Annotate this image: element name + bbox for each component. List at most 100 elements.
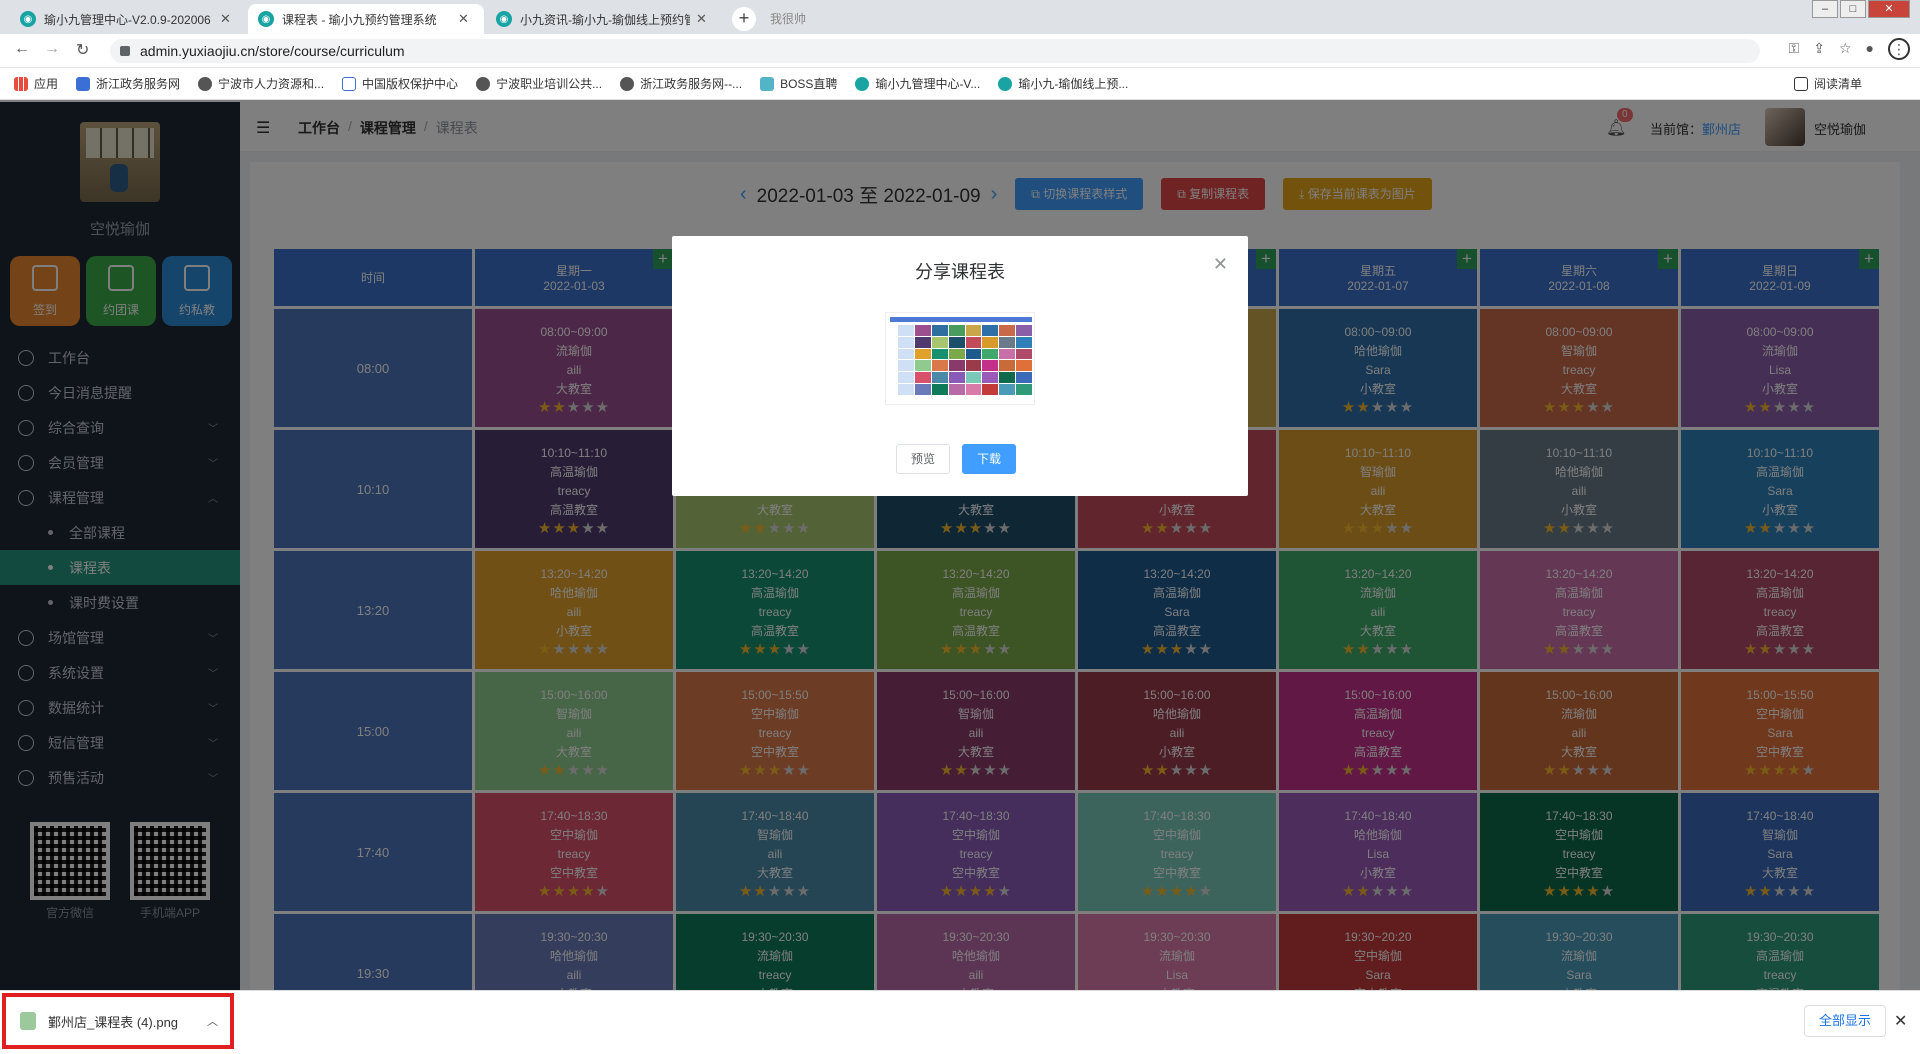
thumb-cell	[965, 384, 982, 395]
address-bar-row: ← → ↻ admin.yuxiaojiu.cn/store/course/cu…	[0, 34, 1920, 68]
bookmark-star-icon[interactable]: ☆	[1839, 40, 1852, 60]
thumb-cell	[982, 360, 999, 372]
bookmark-label: 瑜小九管理中心-V...	[875, 77, 981, 91]
preview-button[interactable]: 预览	[896, 444, 951, 474]
tab-title: 小九资讯-瑜小九-瑜伽线上预约管	[520, 12, 690, 27]
reload-icon[interactable]: ↻	[76, 40, 89, 60]
site-favicon-icon	[998, 76, 1013, 91]
thumbnail-grid	[898, 325, 1032, 395]
close-tab-icon[interactable]: ✕	[458, 11, 469, 27]
thumb-cell	[914, 360, 931, 372]
bookmark-item[interactable]: 应用	[14, 75, 58, 92]
site-favicon-icon	[855, 76, 870, 91]
thumb-cell	[948, 384, 965, 395]
profile-icon[interactable]: ●	[1866, 40, 1874, 60]
thumb-cell	[948, 372, 965, 384]
thumb-cell	[931, 336, 948, 348]
thumb-cell	[1016, 360, 1032, 372]
thumb-cell	[982, 372, 999, 384]
thumb-cell	[898, 384, 914, 395]
key-icon[interactable]: ⚿	[1789, 40, 1800, 60]
thumb-cell	[931, 372, 948, 384]
show-all-button[interactable]: 全部显示	[1804, 1005, 1887, 1037]
thumb-cell	[914, 348, 931, 360]
thumb-cell	[999, 372, 1016, 384]
url-field[interactable]: admin.yuxiaojiu.cn/store/course/curricul…	[110, 39, 1760, 63]
image-file-icon	[20, 1012, 36, 1030]
bookmarks-bar: 应用 浙江政务服务网 宁波市人力资源和... 中国版权保护中心 宁波职业培训公共…	[0, 68, 1920, 100]
thumb-cell	[999, 336, 1016, 348]
bookmark-item[interactable]: 浙江政务服务网	[76, 75, 180, 92]
bookmark-item[interactable]: 中国版权保护中心	[342, 75, 458, 92]
globe-icon	[476, 76, 491, 91]
bookmark-label: 浙江政务服务网	[96, 77, 181, 91]
downloads-bar: 鄞州店_课程表 (4).png ︿ 全部显示 ✕	[0, 990, 1920, 1054]
thumb-cell	[965, 360, 982, 372]
bookmark-item[interactable]: 瑜小九-瑜伽线上预...	[998, 75, 1128, 92]
bookmark-label: 宁波职业培训公共...	[496, 77, 603, 91]
thumb-cell	[914, 336, 931, 348]
site-favicon-icon: ◉	[20, 11, 36, 27]
site-favicon-icon: ◉	[258, 11, 274, 27]
minimize-icon[interactable]: –	[1812, 0, 1838, 18]
browser-menu-icon[interactable]: ⋮	[1888, 38, 1910, 60]
thumb-cell	[948, 336, 965, 348]
share-icon[interactable]: ⇪	[1813, 40, 1825, 60]
browser-toolbar-icons: ⚿ ⇪ ☆ ● ⋮	[1789, 38, 1910, 60]
close-icon[interactable]: ✕	[1213, 254, 1228, 275]
bookmark-label: 宁波市人力资源和...	[218, 77, 325, 91]
bookmark-label: 应用	[34, 77, 59, 91]
bookmark-label: BOSS直聘	[780, 77, 838, 91]
maximize-icon[interactable]: □	[1840, 0, 1866, 18]
bookmark-item[interactable]: 宁波职业培训公共...	[476, 75, 602, 92]
window-controls: – □ ✕	[1810, 0, 1910, 18]
thumb-cell	[982, 384, 999, 395]
reading-list-label: 阅读清单	[1813, 77, 1862, 91]
thumb-cell	[931, 325, 948, 336]
url-text: admin.yuxiaojiu.cn/store/course/curricul…	[140, 43, 405, 59]
schedule-thumbnail	[885, 312, 1035, 405]
browser-tab[interactable]: ◉ 瑜小九管理中心-V2.0.9-202006 ✕	[10, 4, 246, 34]
bookmark-item[interactable]: 浙江政务服务网--...	[620, 75, 742, 92]
bookmark-label: 瑜小九-瑜伽线上预...	[1018, 77, 1129, 91]
thumb-cell	[999, 360, 1016, 372]
bookmark-item[interactable]: 宁波市人力资源和...	[198, 75, 324, 92]
reading-list-button[interactable]: 阅读清单	[1793, 75, 1862, 92]
globe-icon	[620, 76, 635, 91]
close-downloads-icon[interactable]: ✕	[1894, 1011, 1907, 1031]
thumb-cell	[965, 372, 982, 384]
new-tab-button[interactable]: +	[732, 7, 756, 31]
dialog-title: 分享课程表	[915, 262, 1005, 282]
thumb-cell	[1016, 336, 1032, 348]
download-item[interactable]: 鄞州店_课程表 (4).png ︿	[2, 993, 234, 1049]
bookmark-item[interactable]: BOSS直聘	[760, 75, 837, 92]
lock-icon	[120, 46, 130, 56]
download-filename: 鄞州店_课程表 (4).png	[48, 1014, 179, 1030]
reading-list-icon	[1793, 76, 1808, 91]
browser-tab-strip: ◉ 瑜小九管理中心-V2.0.9-202006 ✕ ◉ 课程表 - 瑜小九预约管…	[0, 0, 1920, 34]
close-tab-icon[interactable]: ✕	[220, 11, 231, 27]
back-icon[interactable]: ←	[14, 40, 30, 58]
forward-icon[interactable]: →	[44, 40, 60, 58]
thumb-cell	[931, 348, 948, 360]
chevron-up-icon[interactable]: ︿	[207, 1013, 218, 1029]
download-button[interactable]: 下载	[962, 444, 1017, 474]
thumb-cell	[999, 348, 1016, 360]
thumb-cell	[948, 348, 965, 360]
close-tab-icon[interactable]: ✕	[696, 11, 707, 27]
modal-overlay[interactable]	[0, 100, 1920, 990]
dialog-buttons: 预览 下载	[896, 444, 1017, 474]
browser-tab-active[interactable]: ◉ 课程表 - 瑜小九预约管理系统 ✕	[248, 4, 484, 34]
blurred-tab-text: 我很帅	[770, 12, 807, 26]
thumb-cell	[982, 348, 999, 360]
thumb-cell	[1016, 325, 1032, 336]
apps-grid-icon	[14, 76, 28, 91]
thumb-cell	[948, 360, 965, 372]
browser-tab[interactable]: ◉ 小九资讯-瑜小九-瑜伽线上预约管 ✕	[486, 4, 722, 34]
tab-title: 瑜小九管理中心-V2.0.9-202006	[44, 12, 211, 27]
window-close-icon[interactable]: ✕	[1868, 0, 1910, 18]
thumb-cell	[898, 372, 914, 384]
bookmark-item[interactable]: 瑜小九管理中心-V...	[855, 75, 980, 92]
bookmark-favicon-icon	[342, 76, 357, 91]
boss-icon	[760, 76, 775, 91]
